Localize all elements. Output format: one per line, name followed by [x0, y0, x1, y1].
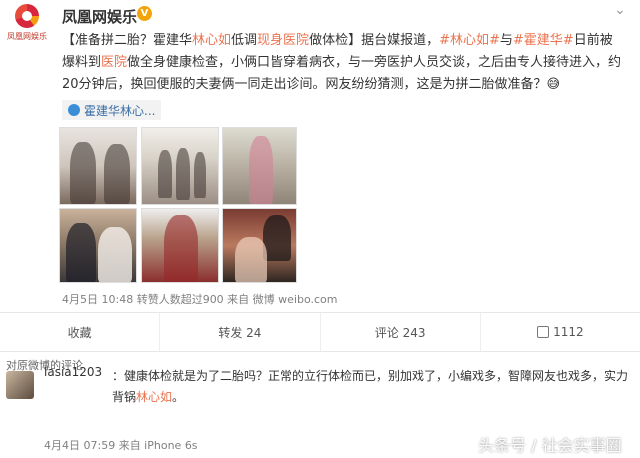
post-photo-5[interactable] [141, 208, 219, 283]
author-logo-text: 凤凰网娱乐 [7, 32, 47, 41]
topic-link-card[interactable]: 霍建华林心... [62, 100, 162, 120]
comment-meta: 4月4日 07:59 来自 iPhone 6s [44, 439, 198, 452]
mention-linxinru[interactable]: 林心如 [192, 33, 231, 48]
post-photo-1[interactable] [59, 127, 137, 205]
chevron-down-icon[interactable]: ⌄ [614, 2, 626, 18]
comment-mention[interactable]: 林心如 [136, 390, 172, 404]
post-photo-4[interactable] [59, 208, 137, 283]
link-icon [68, 104, 80, 116]
post-photo-3[interactable] [222, 127, 297, 205]
post-photo-6[interactable] [222, 208, 297, 283]
author-name[interactable]: 凤凰网娱乐 [62, 6, 137, 27]
topic-link-label: 霍建华林心... [84, 103, 156, 118]
comment-button[interactable]: 评论 243 [321, 313, 481, 351]
author-avatar[interactable]: 凤凰网娱乐 [4, 4, 50, 46]
hashtag-linxinru[interactable]: #林心如# [439, 33, 500, 48]
keyword-hospital[interactable]: 现身医院 [257, 33, 309, 48]
post-photo-2[interactable] [141, 127, 219, 205]
verified-badge-icon: V [137, 6, 152, 21]
commenter-avatar[interactable] [6, 371, 34, 399]
ifeng-logo-icon [15, 4, 39, 28]
action-bar: 收藏 转发 24 评论 243 1112 [0, 312, 640, 352]
like-button[interactable]: 1112 [481, 313, 640, 351]
keyword-hospital-2[interactable]: 医院 [101, 55, 127, 70]
commenter-name[interactable]: lasia1203 [44, 365, 102, 379]
like-count: 1112 [553, 325, 584, 339]
thumbs-up-icon [537, 326, 550, 338]
comment-text: ：健康体检就是为了二胎吗？正常的立行体检而已，别加戏了，小编戏多，智障网友也戏多… [112, 369, 629, 404]
post-text: 【准备拼二胎？霍建华林心如低调现身医院做体检】据台媒报道，#林心如#与#霍建华#… [62, 33, 622, 92]
post-meta: 4月5日 10:48 转赞人数超过900 来自 微博 weibo.com [62, 293, 338, 306]
hashtag-huojianhua[interactable]: #霍建华# [513, 33, 574, 48]
favorite-button[interactable]: 收藏 [0, 313, 161, 351]
repost-button[interactable]: 转发 24 [160, 313, 321, 351]
watermark: 头条号 / 社会实事圈 [478, 436, 622, 455]
